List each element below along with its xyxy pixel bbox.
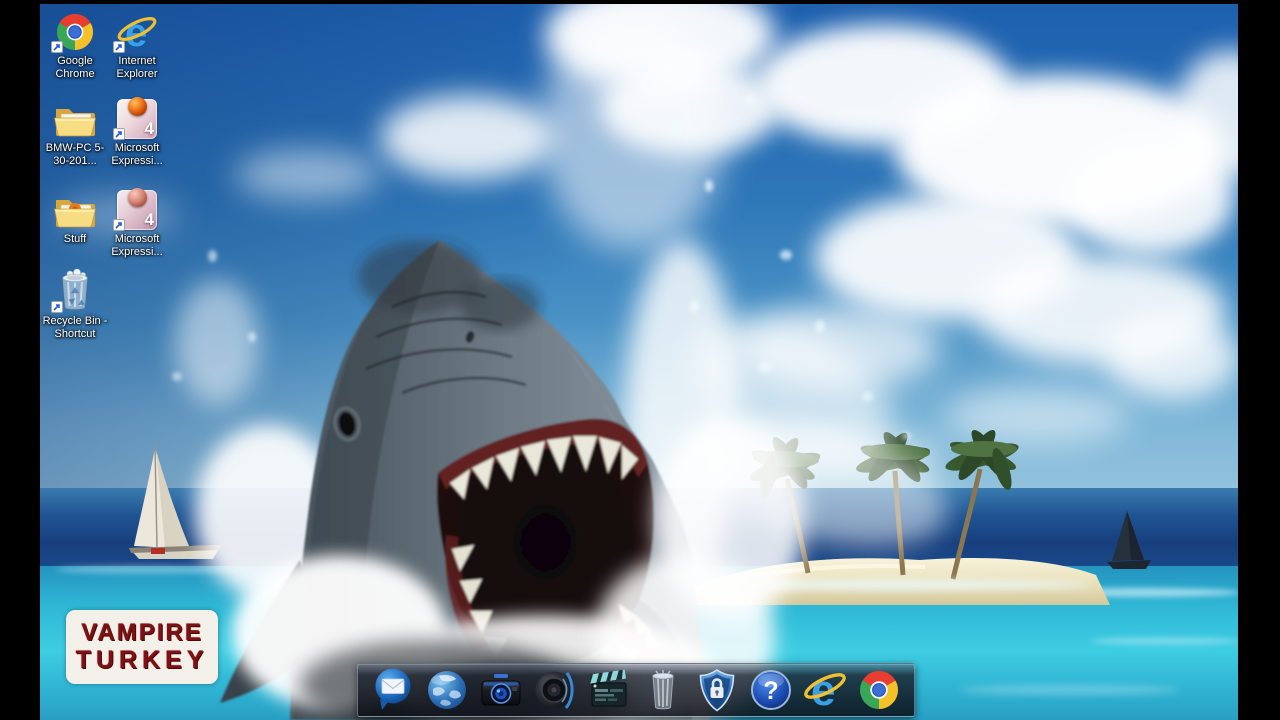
orange-orb [128, 97, 147, 116]
dock-globe-icon[interactable] [424, 666, 470, 714]
dock: ? e [357, 663, 915, 717]
spray-droplet [902, 432, 911, 440]
wave-foam [1090, 637, 1240, 645]
spray-droplet [758, 362, 772, 372]
black-bar-top [0, 0, 1280, 4]
version-badge: 4 [145, 210, 154, 230]
black-bar-right [1238, 0, 1280, 720]
version-badge: 4 [145, 119, 154, 139]
icon-label: Stuff [43, 233, 107, 246]
splash [540, 10, 725, 250]
desktop-icon-bmw-pc-folder[interactable]: BMW-PC 5-30-201... [43, 95, 107, 168]
splash [655, 415, 805, 620]
desktop-icon-stuff-folder[interactable]: Stuff [43, 186, 107, 246]
orange-orb [128, 188, 147, 207]
desktop-icon-expression-encoder-2[interactable]: 4 Microsoft Expressi... [105, 186, 169, 259]
spray-droplet [672, 120, 682, 134]
vampire-turkey-watermark: VAMPIRE TURKEY [66, 610, 218, 684]
spray-droplet [780, 250, 792, 260]
spray-droplet [862, 392, 873, 401]
dock-camera-icon[interactable] [478, 666, 524, 714]
icon-label: BMW-PC 5-30-201... [43, 142, 107, 168]
shortcut-arrow-icon [113, 41, 125, 53]
black-bar-left [0, 0, 40, 720]
shortcut-arrow-icon [113, 128, 125, 140]
icon-label: Internet Explorer [105, 55, 169, 81]
watermark-line2: TURKEY [76, 646, 209, 674]
dock-chrome-icon[interactable] [856, 666, 902, 714]
svg-text:?: ? [763, 677, 778, 705]
dock-clapperboard-icon[interactable] [586, 666, 632, 714]
wallpaper: VAMPIRE TURKEY Google Chrome e Internet … [0, 0, 1280, 720]
dock-trash-icon[interactable] [640, 666, 686, 714]
spray-droplet [172, 372, 182, 381]
wave-foam [960, 685, 1180, 695]
shortcut-arrow-icon [51, 301, 63, 313]
desktop-screen: VAMPIRE TURKEY Google Chrome e Internet … [0, 0, 1280, 720]
spray-droplet [690, 300, 699, 312]
spray-droplet [248, 332, 256, 342]
icon-label: Microsoft Expressi... [105, 142, 169, 168]
shortcut-arrow-icon [113, 219, 125, 231]
folder-icon [53, 194, 97, 230]
dock-internet-explorer-icon[interactable]: e [802, 666, 848, 714]
spray-droplet [745, 95, 754, 104]
spray-droplet [208, 250, 217, 262]
desktop-icon-recycle-bin[interactable]: Recycle Bin - Shortcut [36, 268, 114, 341]
shortcut-arrow-icon [51, 41, 63, 53]
desktop-icon-expression-encoder-1[interactable]: 4 Microsoft Expressi... [105, 95, 169, 168]
dock-mail-icon[interactable] [370, 666, 416, 714]
icon-label: Google Chrome [43, 55, 107, 81]
dock-security-shield-icon[interactable] [694, 666, 740, 714]
cloud [1105, 315, 1240, 400]
folder-icon [53, 103, 97, 139]
icon-label: Microsoft Expressi... [105, 233, 169, 259]
spray-droplet [640, 66, 648, 74]
desktop-icon-internet-explorer[interactable]: e Internet Explorer [105, 8, 169, 81]
palm-tree [943, 426, 1021, 579]
dock-help-icon[interactable]: ? [748, 666, 794, 714]
sailboat-dark [1105, 505, 1155, 573]
spray-droplet [705, 180, 713, 192]
icon-label: Recycle Bin - Shortcut [36, 315, 114, 341]
desktop-icon-google-chrome[interactable]: Google Chrome [43, 8, 107, 81]
cloud [380, 95, 555, 180]
dock-speaker-icon[interactable] [532, 666, 578, 714]
watermark-line1: VAMPIRE [81, 620, 203, 646]
cloud [235, 150, 380, 200]
spray-droplet [815, 320, 825, 333]
